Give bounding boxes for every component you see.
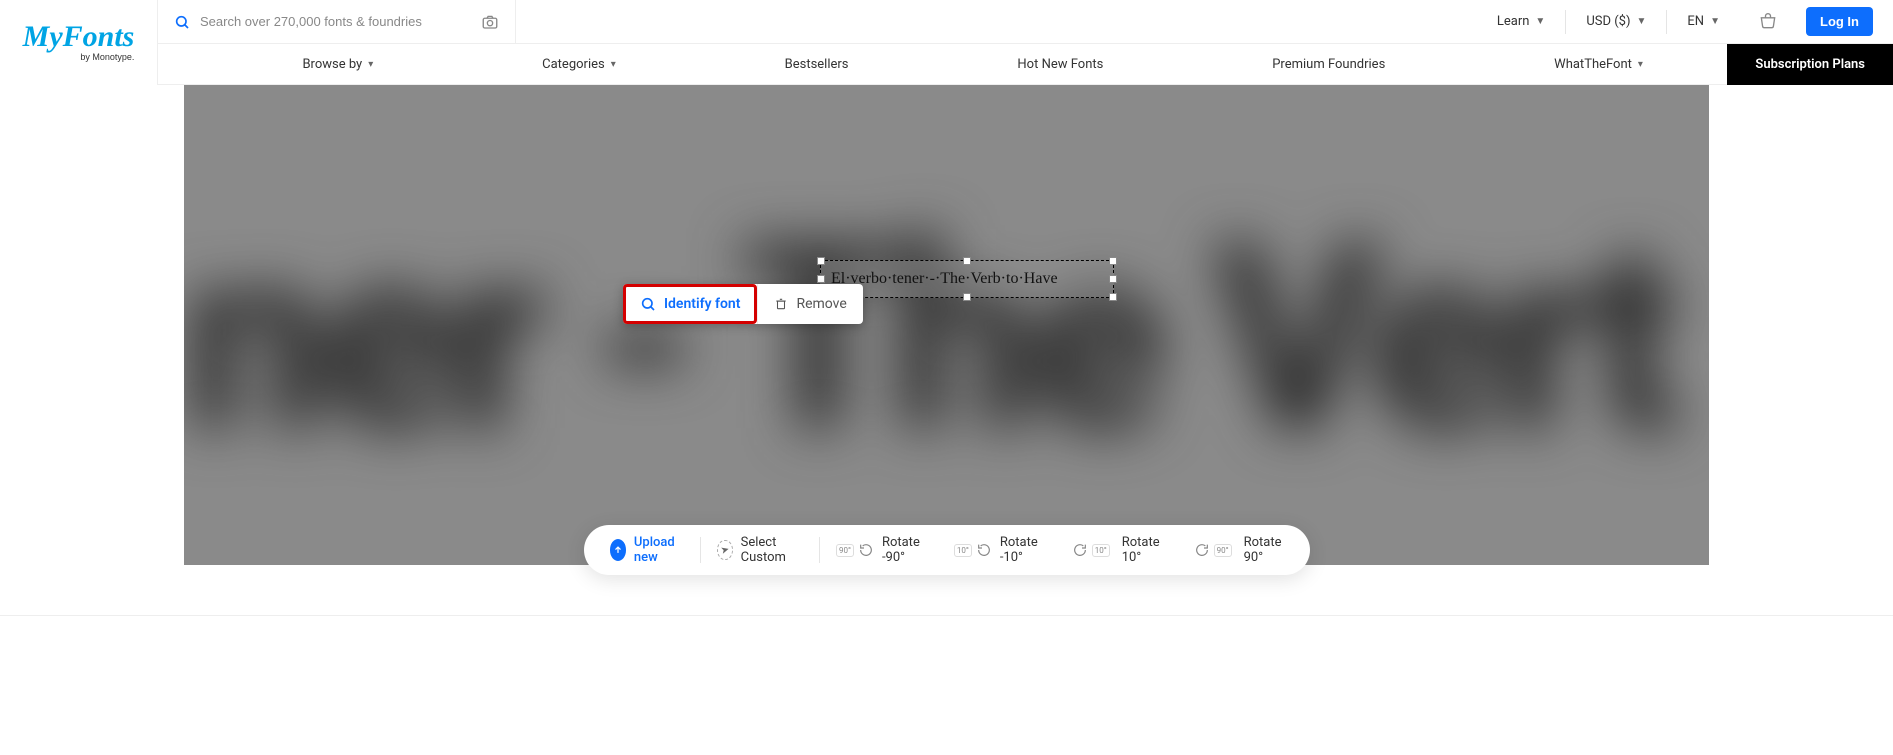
selection-detected-text: El·verbo·tener·-·The·Verb·to·Have <box>831 270 1058 288</box>
search-input[interactable] <box>200 14 481 29</box>
rotate-label: Rotate 90° <box>1244 535 1284 565</box>
currency-menu[interactable]: USD ($) ▼ <box>1565 10 1666 34</box>
blur-text-content: ner - The Vert <box>184 188 1671 492</box>
camera-icon[interactable] <box>481 13 499 31</box>
rotate-ccw-icon <box>858 541 874 559</box>
cart-icon[interactable] <box>1740 12 1796 32</box>
rotate-badge: 10° <box>954 544 972 557</box>
nav-bestsellers[interactable]: Bestsellers <box>785 57 849 72</box>
chevron-down-icon: ▾ <box>611 59 616 70</box>
nav-label: Premium Foundries <box>1272 57 1385 72</box>
upload-icon <box>610 539 626 561</box>
nav-label: Categories <box>542 57 605 72</box>
rotate-cw-icon <box>1072 541 1088 559</box>
trash-icon <box>774 297 788 311</box>
logo[interactable]: MyFonts by Monotype. <box>0 0 158 85</box>
nav-premium-foundries[interactable]: Premium Foundries <box>1272 57 1385 72</box>
identify-font-button[interactable]: Identify font <box>623 284 757 324</box>
resize-handle-ml[interactable] <box>817 275 825 283</box>
nav-label: Bestsellers <box>785 57 849 72</box>
rotate-neg-90-button[interactable]: 90° Rotate -90° <box>820 535 938 565</box>
rotate-neg-10-button[interactable]: 10° Rotate -10° <box>938 535 1056 565</box>
language-label: EN <box>1687 14 1704 29</box>
select-custom-icon: ➤ <box>717 540 732 560</box>
image-canvas[interactable]: ner - The Vert El·verbo·tener·-·The·Verb… <box>184 85 1709 565</box>
page-footer-area <box>0 615 1893 755</box>
search-box <box>158 0 516 44</box>
rotate-label: Rotate 10° <box>1122 535 1162 565</box>
rotate-10-button[interactable]: 10° Rotate 10° <box>1056 535 1178 565</box>
rotate-label: Rotate -10° <box>1000 535 1040 565</box>
resize-handle-mr[interactable] <box>1109 275 1117 283</box>
resize-handle-bm[interactable] <box>963 293 971 301</box>
nav-label: WhatTheFont <box>1554 57 1632 72</box>
rotate-badge: 90° <box>1214 544 1232 557</box>
upload-new-button[interactable]: Upload new <box>594 535 701 565</box>
identify-label: Identify font <box>664 296 740 312</box>
logo-text: MyFonts <box>23 23 135 50</box>
resize-handle-br[interactable] <box>1109 293 1117 301</box>
upload-label: Upload new <box>634 535 685 565</box>
nav-whatthefont[interactable]: WhatTheFont ▾ <box>1554 57 1643 72</box>
subscription-plans-button[interactable]: Subscription Plans <box>1727 44 1893 85</box>
search-icon <box>640 296 656 312</box>
rotate-90-button[interactable]: 90° Rotate 90° <box>1178 535 1300 565</box>
blurred-background-text: ner - The Vert <box>184 175 1709 505</box>
header-right: Learn ▼ USD ($) ▼ EN ▼ Log In <box>1477 0 1893 44</box>
currency-label: USD ($) <box>1586 14 1630 29</box>
select-custom-button[interactable]: ➤ Select Custom <box>701 535 819 565</box>
chevron-down-icon: ▼ <box>1710 16 1720 27</box>
resize-handle-tr[interactable] <box>1109 257 1117 265</box>
main-nav: Browse by ▾ Categories ▾ Bestsellers Hot… <box>158 44 1893 85</box>
rotate-badge: 90° <box>836 544 854 557</box>
resize-handle-tm[interactable] <box>963 257 971 265</box>
rotate-ccw-icon <box>976 541 992 559</box>
rotate-label: Rotate -90° <box>882 535 922 565</box>
learn-menu[interactable]: Learn ▼ <box>1477 10 1565 34</box>
crop-selection[interactable]: El·verbo·tener·-·The·Verb·to·Have <box>820 260 1114 298</box>
chevron-down-icon: ▾ <box>1638 59 1643 70</box>
logo-subtext: by Monotype. <box>23 52 135 62</box>
selection-action-popover: Identify font Remove <box>623 284 863 324</box>
remove-label: Remove <box>796 296 846 312</box>
rotate-cw-icon <box>1194 541 1210 559</box>
bottom-toolbar: Upload new ➤ Select Custom 90° Rotate -9… <box>584 525 1310 575</box>
select-custom-label: Select Custom <box>741 535 804 565</box>
language-menu[interactable]: EN ▼ <box>1666 10 1740 34</box>
chevron-down-icon: ▼ <box>1535 16 1545 27</box>
nav-categories[interactable]: Categories ▾ <box>542 57 616 72</box>
resize-handle-tl[interactable] <box>817 257 825 265</box>
header: Learn ▼ USD ($) ▼ EN ▼ Log In <box>0 0 1893 44</box>
chevron-down-icon: ▾ <box>368 59 373 70</box>
chevron-down-icon: ▼ <box>1637 16 1647 27</box>
nav-hot-new-fonts[interactable]: Hot New Fonts <box>1017 57 1103 72</box>
nav-browse-by[interactable]: Browse by ▾ <box>302 57 373 72</box>
remove-button[interactable]: Remove <box>757 284 862 324</box>
nav-label: Browse by <box>302 57 362 72</box>
learn-label: Learn <box>1497 14 1530 29</box>
search-icon[interactable] <box>174 14 190 30</box>
nav-label: Hot New Fonts <box>1017 57 1103 72</box>
nav-items: Browse by ▾ Categories ▾ Bestsellers Hot… <box>158 57 1727 72</box>
login-button[interactable]: Log In <box>1806 7 1873 36</box>
rotate-badge: 10° <box>1092 544 1110 557</box>
